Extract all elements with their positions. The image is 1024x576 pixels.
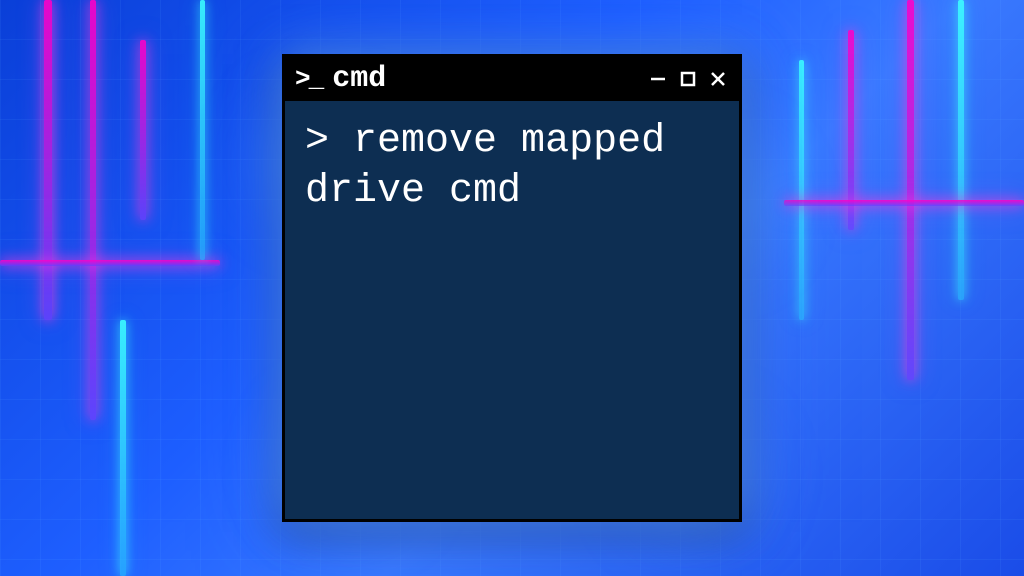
neon-line <box>784 200 1024 206</box>
maximize-button[interactable] <box>677 68 699 90</box>
neon-line <box>90 0 96 420</box>
close-button[interactable] <box>707 68 729 90</box>
neon-line <box>44 0 52 320</box>
terminal-body[interactable]: > remove mapped drive cmd <box>285 101 739 519</box>
cyan-line <box>799 60 804 320</box>
command-text: remove mapped drive cmd <box>305 119 665 214</box>
neon-line <box>0 260 220 266</box>
prompt-symbol: > <box>305 119 329 164</box>
cyan-line <box>200 0 205 260</box>
neon-line <box>140 40 146 220</box>
window-title: cmd <box>332 62 647 96</box>
titlebar[interactable]: >_ cmd <box>285 57 739 101</box>
terminal-window: >_ cmd > remove mapped drive cmd <box>282 54 742 522</box>
window-controls <box>647 68 729 90</box>
neon-line <box>907 0 914 380</box>
terminal-icon: >_ <box>295 64 322 94</box>
minimize-button[interactable] <box>647 68 669 90</box>
cyan-line <box>958 0 964 300</box>
cyan-line <box>120 320 126 576</box>
